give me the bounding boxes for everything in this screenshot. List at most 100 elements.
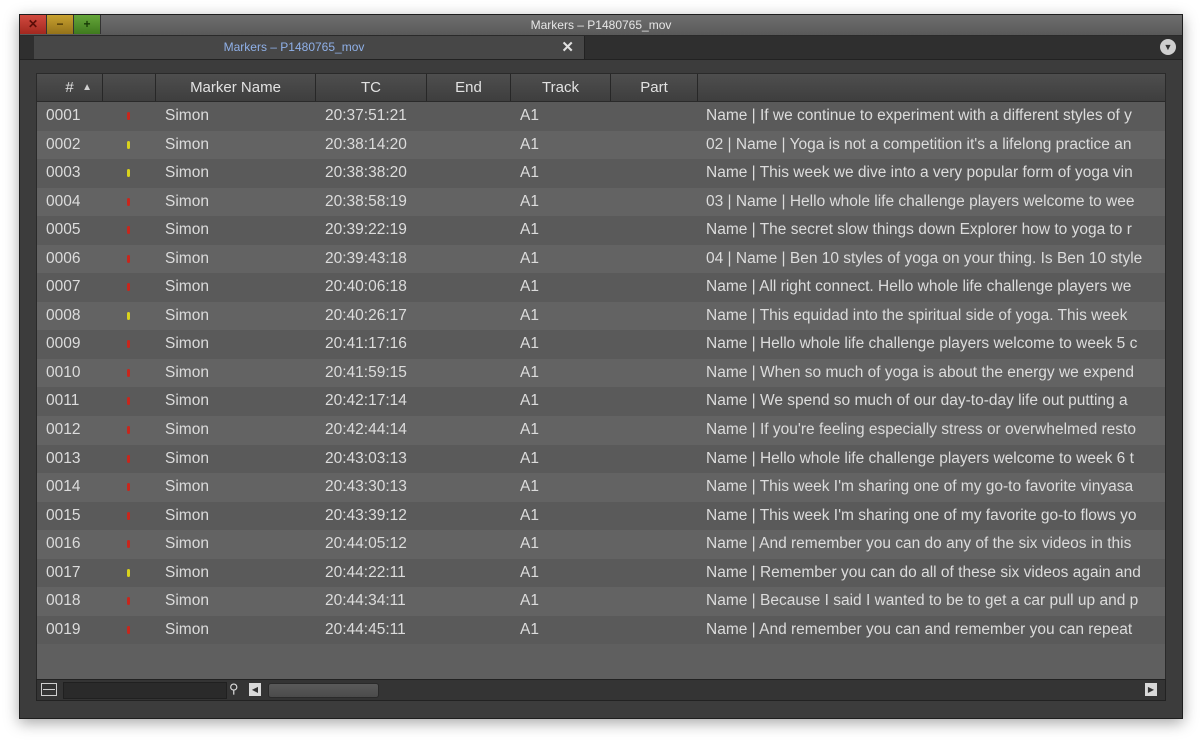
marker-color-icon <box>127 454 130 463</box>
cell-number: 0010 <box>46 363 81 381</box>
cell-comment: Name | When so much of yoga is about the… <box>706 363 1134 381</box>
table-row[interactable]: 0015 Simon 20:43:39:12 A1 Name | This week I… <box>37 501 1165 531</box>
table-row[interactable]: 0017 Simon 20:44:22:11 A1 Name | Remember yo… <box>37 558 1165 588</box>
cell-number: 0002 <box>46 135 81 153</box>
table-row[interactable]: 0002 Simon 20:38:14:20 A1 02 | Name | Yoga i… <box>37 130 1165 160</box>
marker-color-icon <box>127 511 130 520</box>
horizontal-scrollbar-thumb[interactable] <box>268 683 379 698</box>
cell-comment: Name | Hello whole life challenge player… <box>706 449 1134 467</box>
marker-color-icon <box>127 426 130 435</box>
column-header-track[interactable]: Track <box>511 74 611 101</box>
column-header-end[interactable]: End <box>427 74 511 101</box>
bottom-toolbar: ⚲ ◀ ▶ <box>36 679 1166 701</box>
column-header-comment[interactable] <box>698 74 1165 101</box>
cell-track: A1 <box>520 592 539 610</box>
cell-marker-name: Simon <box>165 449 209 467</box>
cell-tc: 20:43:30:13 <box>325 478 407 496</box>
cell-comment: Name | This equidad into the spiritual s… <box>706 306 1128 324</box>
marker-color-icon <box>127 483 130 492</box>
cell-track: A1 <box>520 449 539 467</box>
table-row[interactable]: 0016 Simon 20:44:05:12 A1 Name | And remembe… <box>37 530 1165 559</box>
scroll-left-arrow-icon[interactable]: ◀ <box>249 683 261 696</box>
cell-number: 0003 <box>46 164 81 182</box>
cell-tc: 20:38:14:20 <box>325 135 407 153</box>
cell-tc: 20:42:44:14 <box>325 421 407 439</box>
cell-track: A1 <box>520 535 539 553</box>
cell-tc: 20:44:34:11 <box>325 592 406 610</box>
cell-comment: Name | If we continue to experiment with… <box>706 107 1132 124</box>
table-row[interactable]: 0006 Simon 20:39:43:18 A1 04 | Name | Ben 10… <box>37 244 1165 274</box>
cell-marker-name: Simon <box>165 164 209 182</box>
table-row[interactable]: 0013 Simon 20:43:03:13 A1 Name | Hello whole… <box>37 444 1165 474</box>
cell-comment: 02 | Name | Yoga is not a competition it… <box>706 135 1132 153</box>
cell-marker-name: Simon <box>165 563 209 581</box>
cell-tc: 20:41:17:16 <box>325 335 407 353</box>
table-header: # ▲ Marker Name TC End Track Part <box>37 74 1165 102</box>
cell-marker-name: Simon <box>165 478 209 496</box>
table-row[interactable]: 0003 Simon 20:38:38:20 A1 Name | This week w… <box>37 159 1165 188</box>
marker-color-icon <box>127 568 130 577</box>
table-row[interactable]: 0019 Simon 20:44:45:11 A1 Name | And remembe… <box>37 615 1165 645</box>
cell-comment: 03 | Name | Hello whole life challenge p… <box>706 192 1135 210</box>
search-input[interactable] <box>63 682 227 699</box>
marker-color-icon <box>127 397 130 406</box>
marker-color-icon <box>127 283 130 292</box>
table-row[interactable]: 0009 Simon 20:41:17:16 A1 Name | Hello whole… <box>37 330 1165 359</box>
cell-tc: 20:38:38:20 <box>325 164 407 182</box>
table-row[interactable]: 0001 Simon 20:37:51:21 A1 Name | If we conti… <box>37 102 1165 131</box>
column-header-marker-name[interactable]: Marker Name <box>156 74 316 101</box>
column-header-color[interactable] <box>103 74 156 101</box>
marker-color-icon <box>127 340 130 349</box>
column-header-part[interactable]: Part <box>611 74 698 101</box>
cell-comment: Name | This week we dive into a very pop… <box>706 164 1133 182</box>
cell-number: 0009 <box>46 335 81 353</box>
cell-number: 0005 <box>46 221 81 239</box>
column-header-number[interactable]: # ▲ <box>37 74 103 101</box>
cell-track: A1 <box>520 478 539 496</box>
cell-comment: Name | We spend so much of our day-to-da… <box>706 392 1128 410</box>
cell-marker-name: Simon <box>165 592 209 610</box>
table-row[interactable]: 0007 Simon 20:40:06:18 A1 Name | All right c… <box>37 273 1165 302</box>
cell-tc: 20:43:03:13 <box>325 449 407 467</box>
tab-close-icon[interactable]: ✕ <box>561 36 574 59</box>
search-icon[interactable]: ⚲ <box>229 681 239 697</box>
table-row[interactable]: 0005 Simon 20:39:22:19 A1 Name | The secret … <box>37 216 1165 245</box>
cell-number: 0014 <box>46 478 81 496</box>
cell-number: 0007 <box>46 278 81 296</box>
cell-track: A1 <box>520 192 539 210</box>
table-row[interactable]: 0011 Simon 20:42:17:14 A1 Name | We spend so… <box>37 387 1165 417</box>
cell-comment: Name | And remember you can and remember… <box>706 620 1133 638</box>
cell-track: A1 <box>520 306 539 324</box>
cell-marker-name: Simon <box>165 306 209 324</box>
cell-number: 0016 <box>46 535 81 553</box>
cell-tc: 20:40:06:18 <box>325 278 407 296</box>
view-toggle-icon[interactable] <box>41 683 57 696</box>
sort-ascending-icon: ▲ <box>82 82 92 93</box>
tab-menu-chevron-icon[interactable]: ▼ <box>1160 39 1176 55</box>
table-row[interactable]: 0014 Simon 20:43:30:13 A1 Name | This week I… <box>37 473 1165 502</box>
marker-color-icon <box>127 226 130 235</box>
table-row[interactable]: 0004 Simon 20:38:58:19 A1 03 | Name | Hello … <box>37 187 1165 217</box>
scroll-right-arrow-icon[interactable]: ▶ <box>1145 683 1157 696</box>
table-row[interactable]: 0018 Simon 20:44:34:11 A1 Name | Because I s… <box>37 587 1165 616</box>
marker-color-icon <box>127 254 130 263</box>
cell-number: 0018 <box>46 592 81 610</box>
cell-marker-name: Simon <box>165 620 209 638</box>
cell-marker-name: Simon <box>165 192 209 210</box>
title-bar[interactable]: ✕ − + Markers – P1480765_mov <box>20 15 1182 36</box>
cell-comment: Name | And remember you can do any of th… <box>706 535 1132 553</box>
markers-window: ✕ − + Markers – P1480765_mov Markers – P… <box>19 14 1183 719</box>
column-header-tc[interactable]: TC <box>316 74 427 101</box>
cell-track: A1 <box>520 164 539 182</box>
table-row[interactable]: 0012 Simon 20:42:44:14 A1 Name | If you're f… <box>37 416 1165 445</box>
cell-tc: 20:38:58:19 <box>325 192 407 210</box>
cell-comment: Name | This week I'm sharing one of my f… <box>706 506 1137 524</box>
table-row[interactable]: 0008 Simon 20:40:26:17 A1 Name | This equida… <box>37 301 1165 331</box>
tab-markers[interactable]: Markers – P1480765_mov ✕ <box>34 36 585 59</box>
table-row[interactable]: 0010 Simon 20:41:59:15 A1 Name | When so muc… <box>37 358 1165 388</box>
cell-tc: 20:43:39:12 <box>325 506 407 524</box>
cell-marker-name: Simon <box>165 107 209 124</box>
marker-color-icon <box>127 368 130 377</box>
cell-marker-name: Simon <box>165 221 209 239</box>
marker-color-icon <box>127 140 130 149</box>
